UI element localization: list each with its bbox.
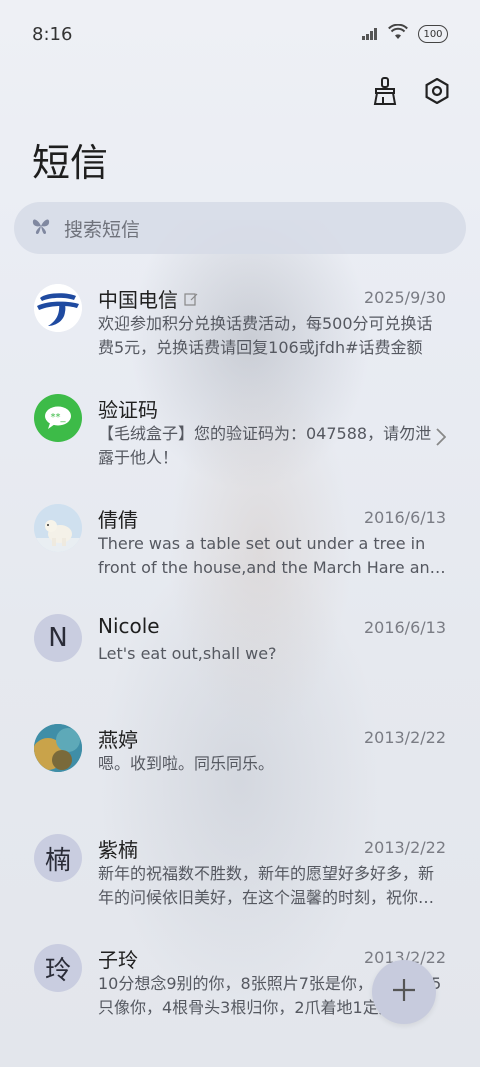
butterfly-icon bbox=[30, 216, 52, 240]
polar-bear-photo bbox=[34, 504, 82, 552]
message-preview: 新年的祝福数不胜数，新年的愿望好多好多，新年的问候依旧美好，在这个温馨的时刻，祝… bbox=[98, 864, 435, 907]
message-date: 2016/6/13 bbox=[363, 508, 446, 527]
search-bar[interactable]: 搜索短信 bbox=[14, 202, 466, 254]
chevron-right-icon[interactable] bbox=[436, 428, 447, 450]
page-title: 短信 bbox=[32, 141, 109, 185]
settings-button[interactable] bbox=[422, 77, 452, 108]
contact-name: 紫楠 bbox=[98, 838, 138, 862]
china-telecom-logo bbox=[34, 284, 82, 332]
svg-text:**_: **_ bbox=[51, 412, 67, 423]
battery-icon: 100 bbox=[418, 25, 448, 43]
message-bubble-icon: **_ bbox=[34, 394, 82, 442]
message-date: 2016/6/13 bbox=[363, 618, 446, 637]
conversation-item[interactable]: 燕婷 2013/2/22 嗯。收到啦。同乐同乐。 bbox=[0, 712, 480, 822]
conversation-item[interactable]: 楠 紫楠 2013/2/22 新年的祝福数不胜数，新年的愿望好多好多，新年的问候… bbox=[0, 822, 480, 932]
message-date: 2025/9/30 bbox=[363, 288, 446, 307]
wifi-icon bbox=[388, 23, 408, 44]
message-preview: Let's eat out,shall we? bbox=[98, 644, 277, 663]
search-placeholder: 搜索短信 bbox=[64, 218, 141, 241]
clean-button[interactable] bbox=[370, 77, 400, 109]
signal-icon bbox=[362, 25, 378, 44]
message-preview: 欢迎参加积分兑换话费活动，每500分可兑换话费5元，兑换话费请回复106或jfd… bbox=[98, 314, 433, 357]
conversation-item[interactable]: N Nicole 2016/6/13 Let's eat out,shall w… bbox=[0, 602, 480, 712]
message-preview: There was a table set out under a tree i… bbox=[98, 534, 440, 577]
status-bar: 8:16 100 bbox=[0, 0, 480, 68]
avatar: 玲 bbox=[34, 944, 82, 992]
message-date: 2013/2/22 bbox=[363, 838, 446, 857]
status-time: 8:16 bbox=[32, 23, 73, 45]
message-date: 2013/2/22 bbox=[363, 728, 446, 747]
plus-icon bbox=[391, 977, 417, 1007]
broom-icon bbox=[372, 77, 398, 109]
conversation-item[interactable]: 中国电信 2025/9/30 欢迎参加积分兑换话费活动，每500分可兑换话费5元… bbox=[0, 272, 480, 382]
landscape-photo bbox=[34, 724, 82, 772]
message-preview: 嗯。收到啦。同乐同乐。 bbox=[98, 754, 275, 773]
contact-name: 倩倩 bbox=[98, 508, 138, 532]
message-preview: 【毛绒盒子】您的验证码为：047588，请勿泄露于他人！ bbox=[98, 424, 432, 467]
new-message-button[interactable] bbox=[372, 960, 436, 1024]
edit-note-icon bbox=[184, 287, 198, 311]
contact-name: 子玲 bbox=[98, 948, 138, 972]
header-toolbar bbox=[370, 77, 452, 109]
contact-name: 验证码 bbox=[98, 398, 158, 422]
avatar: 楠 bbox=[34, 834, 82, 882]
gear-icon bbox=[424, 77, 450, 108]
contact-name: 燕婷 bbox=[98, 728, 138, 752]
conversation-list: 中国电信 2025/9/30 欢迎参加积分兑换话费活动，每500分可兑换话费5元… bbox=[0, 272, 480, 1042]
avatar: N bbox=[34, 614, 82, 662]
conversation-item[interactable]: **_ 验证码 【毛绒盒子】您的验证码为：047588，请勿泄露于他人！ bbox=[0, 382, 480, 492]
conversation-item[interactable]: 倩倩 2016/6/13 There was a table set out u… bbox=[0, 492, 480, 602]
contact-name: 中国电信 bbox=[98, 288, 178, 312]
contact-name: Nicole bbox=[98, 614, 160, 638]
